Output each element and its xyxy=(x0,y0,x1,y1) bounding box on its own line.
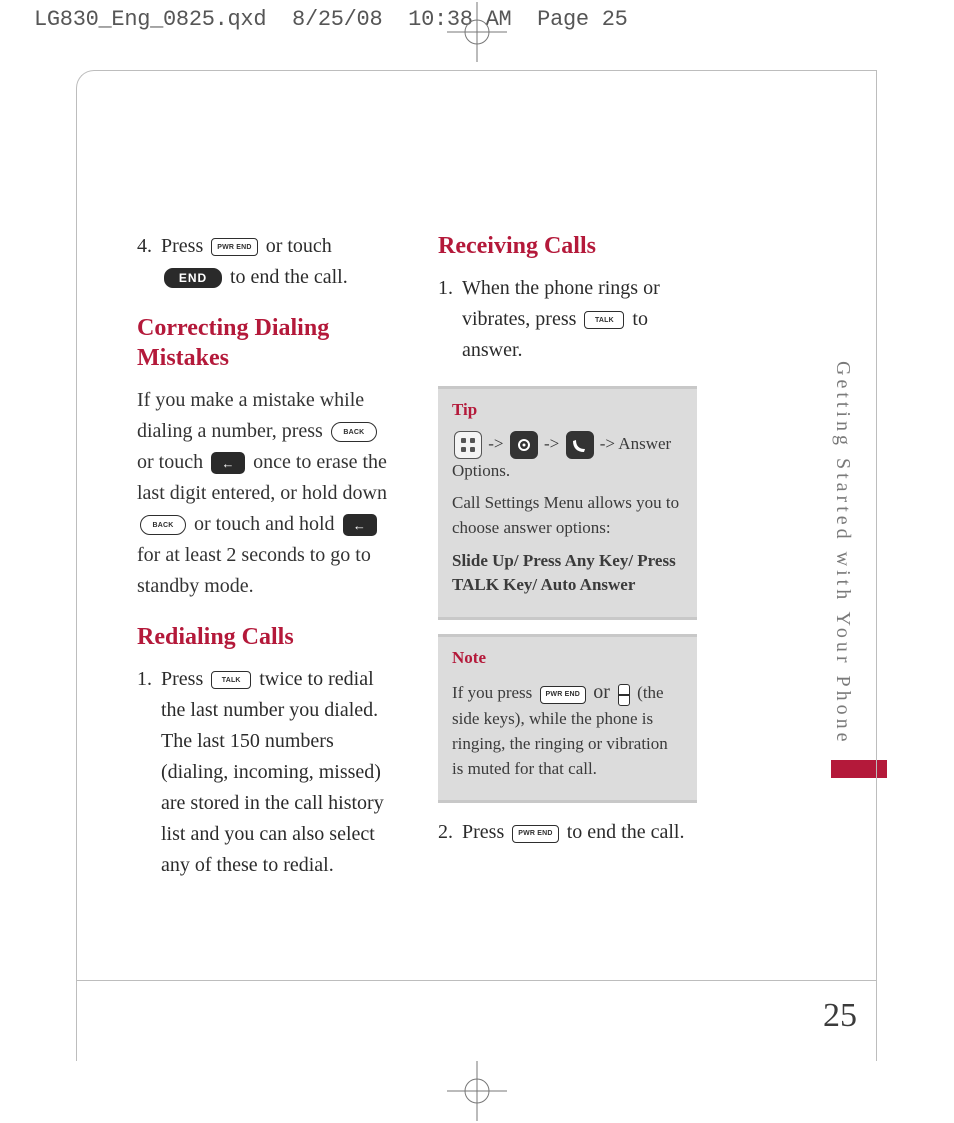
paragraph-correcting: If you make a mistake while dialing a nu… xyxy=(137,385,396,602)
talk-key-icon: TALK xyxy=(211,671,251,689)
redial-step-1: 1. Press TALK twice to redial the last n… xyxy=(137,664,396,881)
pwr-end-key-icon: PWR END xyxy=(211,238,257,256)
page-frame: 25 Getting Started with Your Phone 4. Pr… xyxy=(76,70,877,1061)
receive-step-2: 2. Press PWR END to end the call. xyxy=(438,817,697,848)
settings-gear-icon xyxy=(510,431,538,459)
back-key-icon: BACK xyxy=(331,422,377,442)
section-tab: Getting Started with Your Phone xyxy=(831,361,887,778)
step-4: 4. Press PWR END or touch END to end the… xyxy=(137,231,396,293)
heading-receiving: Receiving Calls xyxy=(438,231,697,261)
back-arrow-button-icon: ← xyxy=(211,452,245,474)
tip-label: Tip xyxy=(452,398,683,423)
receive-step-1: 1. When the phone rings or vibrates, pre… xyxy=(438,273,697,366)
end-button-icon: END xyxy=(164,268,222,288)
left-column: 4. Press PWR END or touch END to end the… xyxy=(137,231,396,901)
pwr-end-key-icon: PWR END xyxy=(540,686,586,704)
call-settings-icon xyxy=(566,431,594,459)
section-tab-label: Getting Started with Your Phone xyxy=(831,361,854,746)
note-label: Note xyxy=(452,646,683,671)
talk-key-icon: TALK xyxy=(584,311,624,329)
section-tab-bar xyxy=(831,760,887,778)
menu-grid-icon xyxy=(454,431,482,459)
right-column: Receiving Calls 1. When the phone rings … xyxy=(438,231,697,901)
note-box: Note If you press PWR END or (the side k… xyxy=(438,634,697,804)
tip-box: Tip -> -> xyxy=(438,386,697,620)
pwr-end-key-icon: PWR END xyxy=(512,825,558,843)
page-number: 25 xyxy=(823,997,857,1035)
back-key-icon: BACK xyxy=(140,515,186,535)
side-key-icon xyxy=(618,684,630,706)
heading-redialing: Redialing Calls xyxy=(137,622,396,652)
print-slug: LG830_Eng_0825.qxd 8/25/08 10:38 AM Page… xyxy=(34,7,628,32)
heading-correcting-mistakes: Correcting Dialing Mistakes xyxy=(137,313,396,373)
back-arrow-button-icon: ← xyxy=(343,514,377,536)
registration-mark-bottom-icon xyxy=(447,1061,507,1121)
registration-mark-top-icon xyxy=(447,2,507,62)
